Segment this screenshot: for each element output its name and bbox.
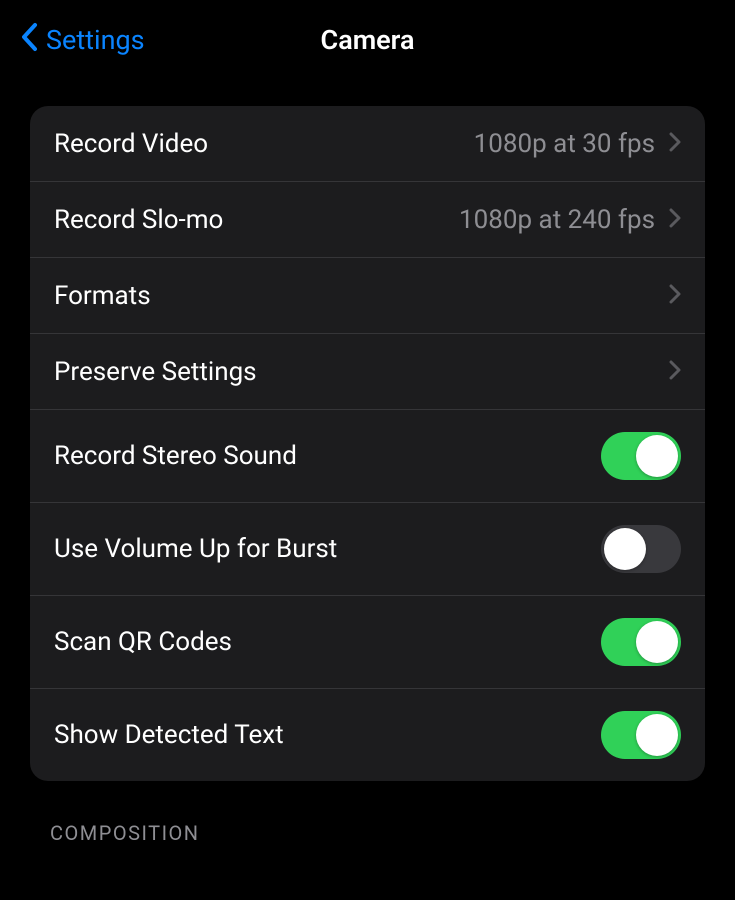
row-label: Record Stereo Sound <box>54 441 297 471</box>
back-label: Settings <box>46 24 145 56</box>
row-label: Record Video <box>54 129 208 159</box>
row-record-slomo[interactable]: Record Slo-mo 1080p at 240 fps <box>30 182 705 258</box>
toggle-knob <box>636 435 678 477</box>
chevron-right-icon <box>669 357 681 387</box>
toggle-volume-up-burst[interactable] <box>601 525 681 573</box>
toggle-record-stereo-sound[interactable] <box>601 432 681 480</box>
row-preserve-settings[interactable]: Preserve Settings <box>30 334 705 410</box>
row-label: Formats <box>54 281 151 311</box>
row-label: Scan QR Codes <box>54 627 232 657</box>
row-show-detected-text: Show Detected Text <box>30 689 705 781</box>
row-right <box>669 357 681 387</box>
row-label: Record Slo-mo <box>54 205 223 235</box>
toggle-show-detected-text[interactable] <box>601 711 681 759</box>
row-label: Show Detected Text <box>54 720 284 750</box>
chevron-left-icon <box>20 22 38 58</box>
toggle-knob <box>604 528 646 570</box>
section-label-composition: COMPOSITION <box>0 781 735 845</box>
settings-list: Record Video 1080p at 30 fps Record Slo-… <box>30 106 705 781</box>
row-record-stereo-sound: Record Stereo Sound <box>30 410 705 503</box>
chevron-right-icon <box>669 205 681 235</box>
row-right <box>669 281 681 311</box>
row-volume-up-burst: Use Volume Up for Burst <box>30 503 705 596</box>
row-value: 1080p at 240 fps <box>459 205 655 235</box>
row-right: 1080p at 240 fps <box>459 205 681 235</box>
row-formats[interactable]: Formats <box>30 258 705 334</box>
row-scan-qr-codes: Scan QR Codes <box>30 596 705 689</box>
nav-bar: Settings Camera <box>0 0 735 88</box>
toggle-knob <box>636 621 678 663</box>
row-record-video[interactable]: Record Video 1080p at 30 fps <box>30 106 705 182</box>
row-value: 1080p at 30 fps <box>474 129 655 159</box>
toggle-knob <box>636 714 678 756</box>
row-label: Use Volume Up for Burst <box>54 534 337 564</box>
chevron-right-icon <box>669 281 681 311</box>
row-label: Preserve Settings <box>54 357 257 387</box>
chevron-right-icon <box>669 129 681 159</box>
back-button[interactable]: Settings <box>20 22 145 58</box>
toggle-scan-qr-codes[interactable] <box>601 618 681 666</box>
row-right: 1080p at 30 fps <box>474 129 681 159</box>
